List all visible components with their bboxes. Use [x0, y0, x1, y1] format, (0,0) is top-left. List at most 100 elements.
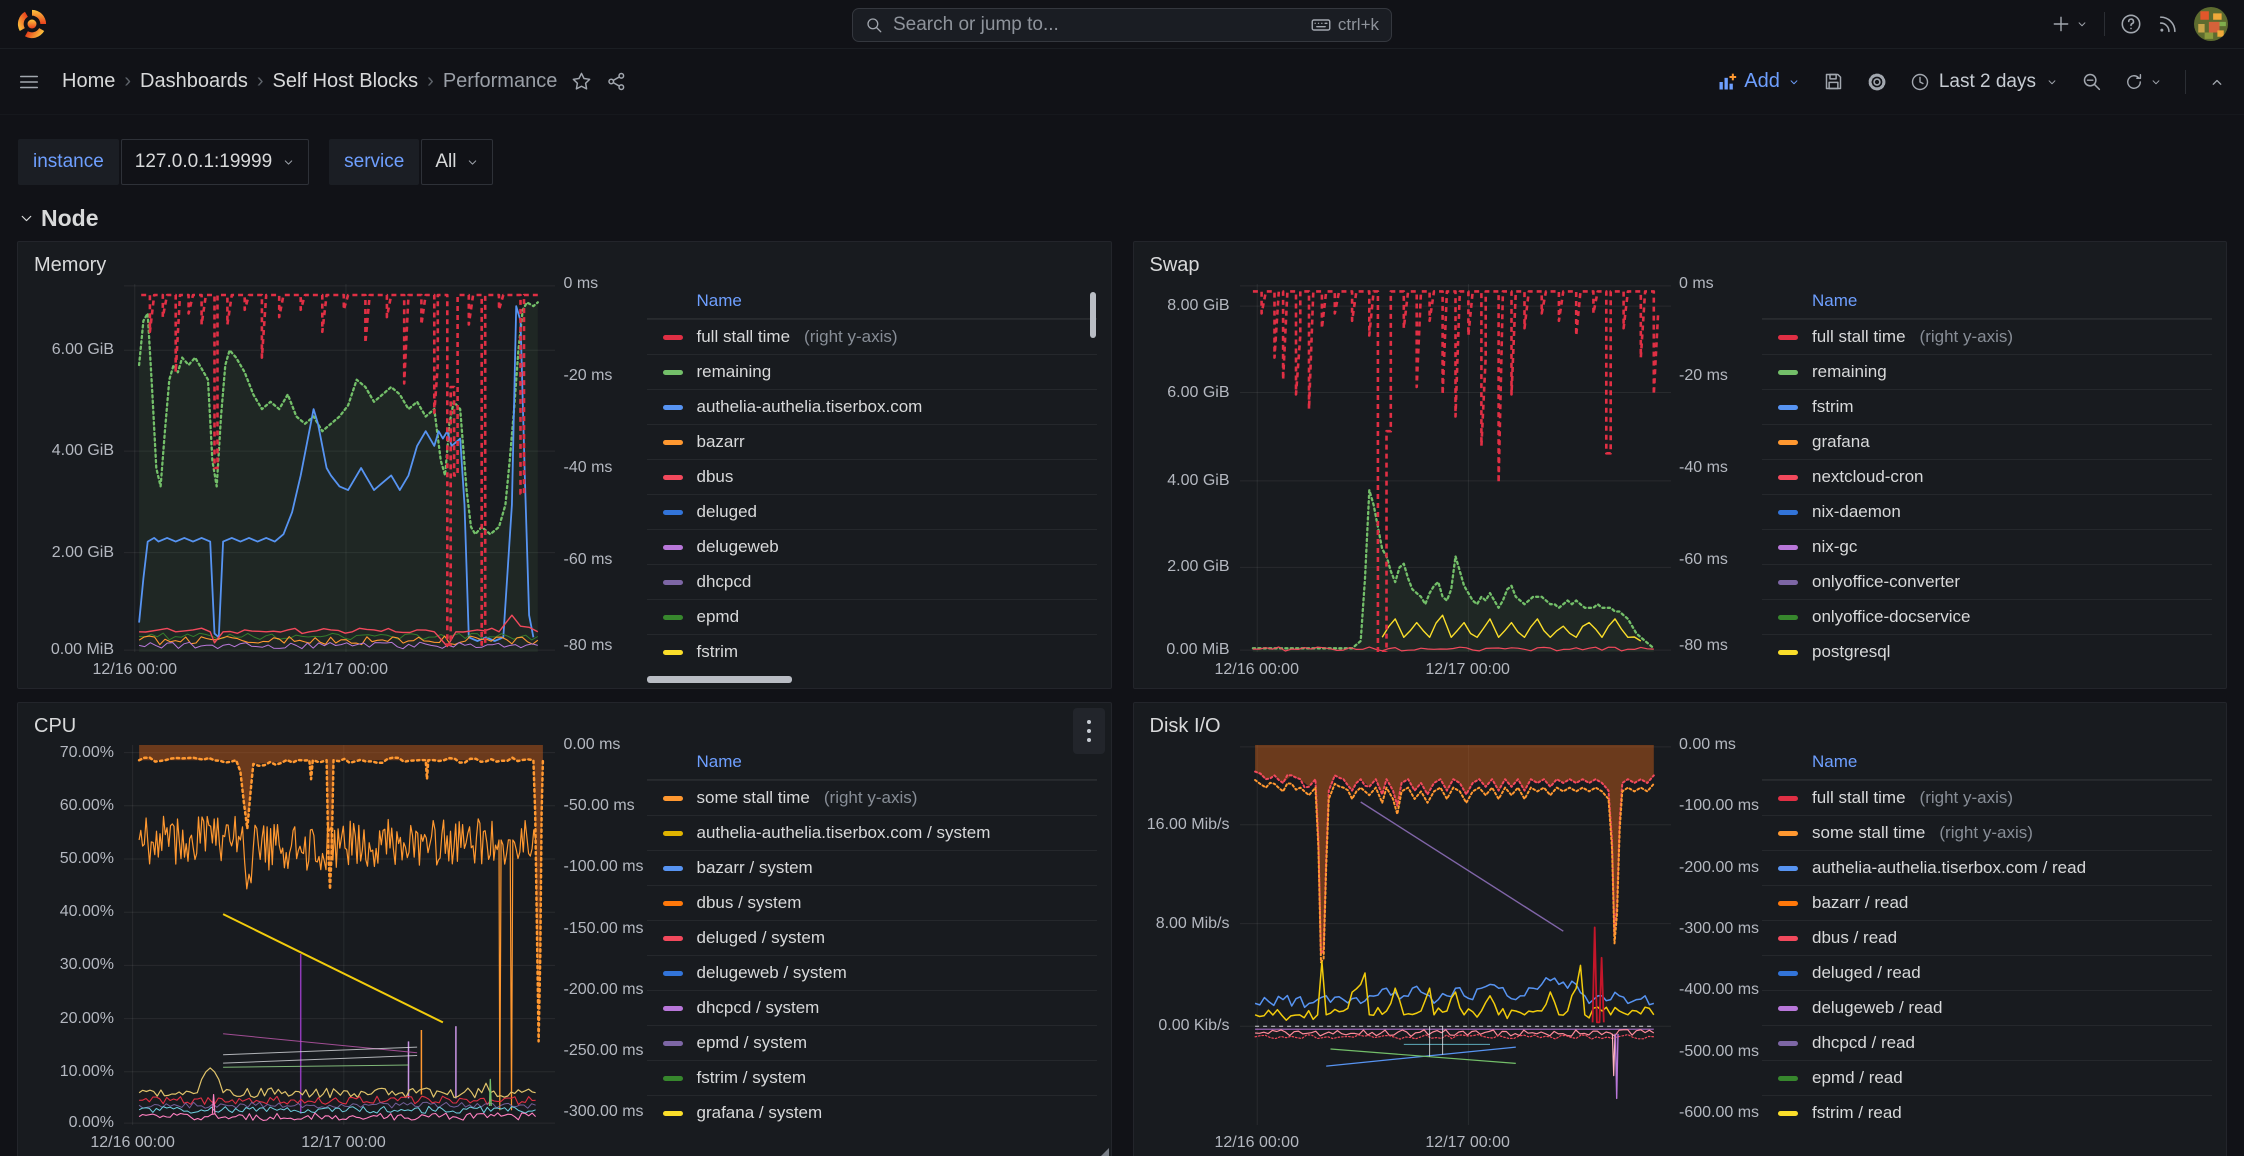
- legend-item[interactable]: nextcloud-cron: [1762, 459, 2212, 494]
- search-input[interactable]: Search or jump to... ctrl+k: [852, 8, 1392, 42]
- legend-item[interactable]: bazarr: [647, 424, 1097, 459]
- time-range-picker[interactable]: Last 2 days: [1910, 71, 2059, 93]
- share-icon[interactable]: [606, 71, 627, 92]
- y-axis-left: 6.00 GiB4.00 GiB2.00 GiB0.00 MiB: [30, 284, 124, 652]
- chart-plot[interactable]: [124, 745, 555, 1125]
- panel-title[interactable]: CPU: [30, 711, 76, 745]
- legend-item[interactable]: bazarr / system: [647, 850, 1097, 885]
- legend-item-label: full stall time: [1812, 788, 1906, 808]
- legend-item[interactable]: onlyoffice-docservice: [1762, 599, 2212, 634]
- legend-item[interactable]: dbus / read: [1762, 920, 2212, 955]
- y-tick-right: -100.00 ms: [564, 858, 644, 876]
- collapse-chevron-up-icon[interactable]: [2208, 73, 2226, 91]
- x-axis: 12/16 00:0012/17 00:00: [1240, 652, 1671, 686]
- legend-item[interactable]: fstrim: [647, 634, 1097, 669]
- breadcrumb-separator: ›: [257, 70, 264, 93]
- avatar[interactable]: [2194, 7, 2228, 41]
- legend-item[interactable]: bazarr / read: [1762, 885, 2212, 920]
- breadcrumb-folder[interactable]: Self Host Blocks: [273, 70, 419, 93]
- series-color-pill: [663, 971, 683, 976]
- y-tick-right: -40 ms: [564, 459, 613, 477]
- y-tick-right: -150.00 ms: [564, 920, 644, 938]
- legend-item[interactable]: dbus / system: [647, 885, 1097, 920]
- add-button[interactable]: Add: [1717, 70, 1801, 93]
- legend-item[interactable]: epmd / read: [1762, 1060, 2212, 1095]
- legend-item[interactable]: grafana / system: [647, 1095, 1097, 1130]
- row-node-toggle[interactable]: Node: [18, 205, 2226, 232]
- x-tick: 12/17 00:00: [303, 661, 388, 679]
- legend-item-label: dbus / read: [1812, 928, 1897, 948]
- legend-item[interactable]: delugeweb / system: [647, 955, 1097, 990]
- panel-resize-handle[interactable]: [1098, 1148, 1109, 1156]
- legend-item[interactable]: nix-gc: [1762, 529, 2212, 564]
- y-tick: 0.00 MiB: [1166, 641, 1229, 659]
- legend-item[interactable]: some stall time(right y-axis): [647, 780, 1097, 815]
- breadcrumb-home[interactable]: Home: [62, 70, 115, 93]
- y-tick: 30.00%: [60, 956, 114, 974]
- template-variables: instance 127.0.0.1:19999 service All: [18, 139, 2226, 185]
- legend-item[interactable]: deluged / system: [647, 920, 1097, 955]
- legend-item[interactable]: some stall time(right y-axis): [1762, 815, 2212, 850]
- search-icon: [865, 16, 883, 34]
- breadcrumb-current: Performance: [443, 70, 558, 93]
- legend-item[interactable]: dbus: [647, 459, 1097, 494]
- x-tick: 12/16 00:00: [90, 1134, 175, 1152]
- legend-item[interactable]: authelia-authelia.tiserbox.com / read: [1762, 850, 2212, 885]
- star-icon[interactable]: [571, 71, 592, 92]
- y-axis-left: 8.00 GiB6.00 GiB4.00 GiB2.00 GiB0.00 MiB: [1146, 284, 1240, 652]
- variable-service-select[interactable]: All: [421, 139, 493, 185]
- menu-icon[interactable]: [18, 71, 40, 93]
- legend-item[interactable]: postgresql: [1762, 634, 2212, 669]
- variable-instance-select[interactable]: 127.0.0.1:19999: [121, 139, 309, 185]
- chevron-down-icon: [1787, 75, 1801, 89]
- legend-item[interactable]: remaining: [647, 354, 1097, 389]
- y-axis-left: 70.00%60.00%50.00%40.00%30.00%20.00%10.0…: [30, 745, 124, 1125]
- panel-menu-kebab[interactable]: [1073, 708, 1105, 754]
- breadcrumb-dashboards[interactable]: Dashboards: [140, 70, 248, 93]
- zoom-out-icon[interactable]: [2081, 71, 2102, 92]
- legend-item[interactable]: full stall time(right y-axis): [1762, 780, 2212, 815]
- news-rss-icon[interactable]: [2157, 13, 2179, 35]
- legend-item[interactable]: nix-daemon: [1762, 494, 2212, 529]
- series-color-pill: [663, 936, 683, 941]
- grafana-logo-icon[interactable]: [16, 8, 48, 40]
- legend-item[interactable]: dhcpcd / system: [647, 990, 1097, 1025]
- save-icon[interactable]: [1823, 71, 1844, 92]
- legend-item-label: delugeweb / read: [1812, 998, 1942, 1018]
- y-tick-right: -80 ms: [1679, 637, 1728, 655]
- legend-item-label: full stall time: [697, 327, 791, 347]
- legend-item[interactable]: epmd: [647, 599, 1097, 634]
- y-tick-right: 0.00 ms: [564, 736, 621, 754]
- legend-item[interactable]: authelia-authelia.tiserbox.com / system: [647, 815, 1097, 850]
- legend-horizontal-scrollbar[interactable]: [647, 676, 792, 683]
- help-icon[interactable]: [2120, 13, 2142, 35]
- legend-item[interactable]: full stall time(right y-axis): [647, 319, 1097, 354]
- legend-item[interactable]: fstrim / system: [647, 1060, 1097, 1095]
- legend-item[interactable]: dhcpcd / read: [1762, 1025, 2212, 1060]
- settings-gear-icon[interactable]: [1866, 71, 1888, 93]
- new-menu-button[interactable]: [2051, 14, 2089, 34]
- legend-item[interactable]: onlyoffice-converter: [1762, 564, 2212, 599]
- legend-item[interactable]: grafana: [1762, 424, 2212, 459]
- legend-item[interactable]: dhcpcd: [647, 564, 1097, 599]
- y-tick: 0.00 Kib/s: [1158, 1017, 1229, 1035]
- keyboard-shortcut: ctrl+k: [1311, 15, 1379, 35]
- legend-item[interactable]: delugeweb: [647, 529, 1097, 564]
- chart-plot[interactable]: [124, 284, 555, 652]
- legend-item[interactable]: full stall time(right y-axis): [1762, 319, 2212, 354]
- legend-item[interactable]: authelia-authelia.tiserbox.com: [647, 389, 1097, 424]
- panel-title[interactable]: Disk I/O: [1146, 711, 1221, 745]
- panel-title[interactable]: Memory: [30, 250, 106, 284]
- legend-vertical-scrollbar[interactable]: [1090, 292, 1096, 338]
- legend-item[interactable]: fstrim / read: [1762, 1095, 2212, 1130]
- legend-item[interactable]: deluged: [647, 494, 1097, 529]
- legend-item[interactable]: remaining: [1762, 354, 2212, 389]
- legend-item[interactable]: epmd / system: [647, 1025, 1097, 1060]
- legend-item[interactable]: deluged / read: [1762, 955, 2212, 990]
- legend-item[interactable]: fstrim: [1762, 389, 2212, 424]
- legend-item[interactable]: delugeweb / read: [1762, 990, 2212, 1025]
- panel-title[interactable]: Swap: [1146, 250, 1200, 284]
- refresh-button[interactable]: [2124, 72, 2163, 92]
- chart-plot[interactable]: [1240, 745, 1671, 1125]
- chart-plot[interactable]: [1240, 284, 1671, 652]
